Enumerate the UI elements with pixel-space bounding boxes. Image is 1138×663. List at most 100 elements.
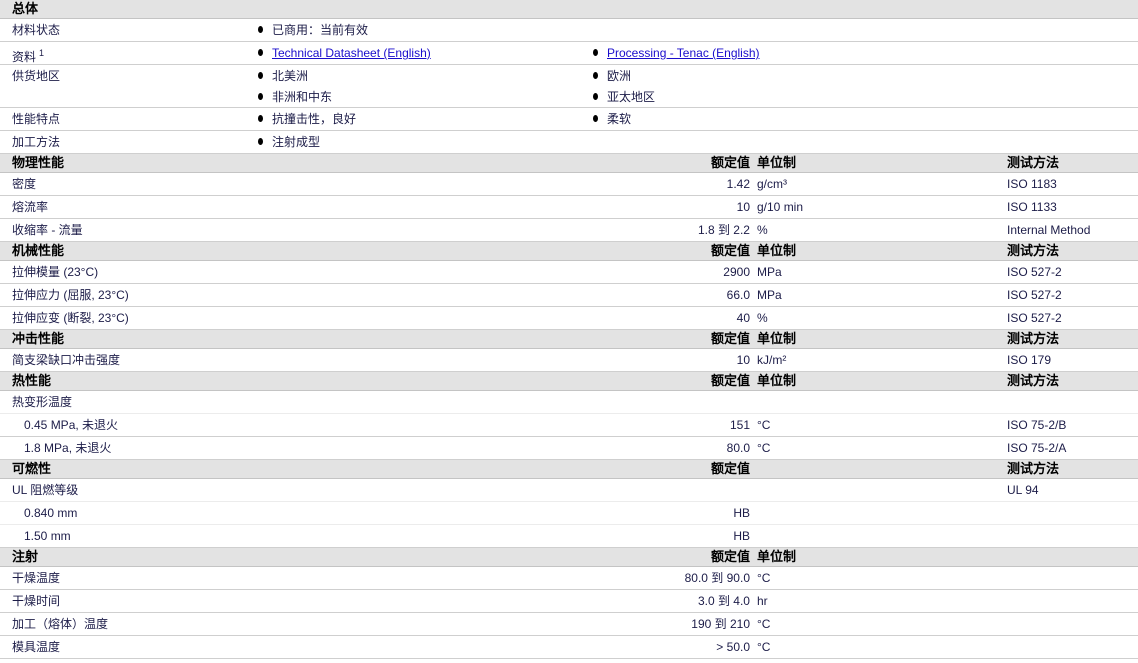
section-header: 冲击性能 额定值 单位制 测试方法 — [0, 330, 1138, 349]
header-nominal-value: 额定值 — [710, 155, 750, 170]
header-test-method: 测试方法 — [1007, 331, 1060, 346]
test-method: ISO 527-2 — [1007, 265, 1062, 279]
general-row: 加工方法 注射成型 — [0, 131, 1138, 154]
property-value: 2900 — [723, 265, 750, 279]
bullet-icon — [258, 115, 263, 122]
row-label-text: 性能特点 — [12, 112, 61, 126]
row-label: 材料状态 — [12, 23, 60, 37]
property-row: 1.8 MPa, 未退火 80.0 °C ISO 75-2/A — [0, 437, 1138, 460]
property-unit: MPa — [757, 265, 782, 279]
bullet-icon — [258, 26, 263, 33]
bullet-item: 亚太地区 — [593, 90, 655, 104]
document-link[interactable]: Processing - Tenac (English) — [607, 46, 760, 60]
property-label: 干燥温度 — [12, 571, 61, 585]
header-unit: 单位制 — [757, 373, 797, 388]
property-label: 拉伸应力 (屈服, 23°C) — [12, 288, 129, 302]
property-unit: °C — [757, 418, 771, 432]
property-label: 干燥时间 — [12, 594, 61, 608]
property-unit: % — [757, 311, 768, 325]
bullet-text: 柔软 — [607, 112, 632, 126]
property-value: 40 — [736, 311, 750, 325]
property-unit: MPa — [757, 288, 782, 302]
bullet-icon — [593, 115, 598, 122]
property-label: 密度 — [12, 177, 37, 191]
property-value: 190 到 210 — [691, 617, 750, 631]
test-method: ISO 75-2/A — [1007, 441, 1067, 455]
header-unit: 单位制 — [757, 155, 797, 170]
test-method: ISO 527-2 — [1007, 311, 1062, 325]
property-row: 拉伸应变 (断裂, 23°C) 40% ISO 527-2 — [0, 307, 1138, 330]
bullet-text: 非洲和中东 — [272, 90, 333, 104]
property-value: 151 — [729, 418, 750, 432]
property-value: 1.42 — [726, 177, 750, 191]
property-value: 80.0 — [726, 441, 750, 455]
property-value: HB — [733, 506, 750, 520]
property-label: 0.45 MPa, 未退火 — [24, 418, 119, 432]
bullet-item: 柔软 — [593, 112, 631, 126]
bullet-item: 北美洲 — [258, 69, 308, 83]
header-nominal-value: 额定值 — [710, 461, 750, 476]
property-label: 模具温度 — [12, 640, 61, 654]
row-label: 资料 1 — [12, 46, 44, 64]
property-value: > 50.0 — [716, 640, 750, 654]
test-method: ISO 75-2/B — [1007, 418, 1067, 432]
footnote-marker: 1 — [39, 48, 45, 58]
section-title: 可燃性 — [12, 461, 52, 476]
property-row: 干燥时间 3.0 到 4.0 hr — [0, 590, 1138, 613]
header-unit: 单位制 — [757, 243, 797, 258]
property-unit: hr — [757, 594, 768, 608]
header-test-method: 测试方法 — [1007, 373, 1060, 388]
property-row: 1.50 mm HB — [0, 525, 1138, 548]
property-unit: g/10 min — [757, 200, 804, 214]
section-title: 总体 — [12, 1, 39, 16]
property-unit: g/cm³ — [757, 177, 787, 191]
section-header: 可燃性 额定值 测试方法 — [0, 460, 1138, 479]
row-label: 性能特点 — [12, 112, 60, 126]
row-label-text: 资料 — [12, 50, 37, 64]
property-row: 模具温度 > 50.0 °C — [0, 636, 1138, 659]
property-row: 简支梁缺口冲击强度 10 kJ/m² ISO 179 — [0, 349, 1138, 372]
bullet-text: 亚太地区 — [607, 90, 656, 104]
property-value: 1.8 到 2.2 — [697, 223, 750, 237]
test-method: ISO 527-2 — [1007, 288, 1062, 302]
property-unit: kJ/m² — [757, 353, 787, 367]
property-row: 0.45 MPa, 未退火 151 °C ISO 75-2/B — [0, 414, 1138, 437]
property-row: 干燥温度 80.0 到 90.0 °C — [0, 567, 1138, 590]
bullet-item: 已商用：当前有效 — [258, 23, 368, 37]
test-method: UL 94 — [1007, 483, 1039, 497]
bullet-item: 欧洲 — [593, 69, 631, 83]
header-nominal-value: 额定值 — [710, 331, 750, 346]
header-test-method: 测试方法 — [1007, 155, 1060, 170]
bullet-icon — [593, 49, 598, 56]
section-header: 注射 额定值 单位制 — [0, 548, 1138, 567]
bullet-item: 非洲和中东 — [258, 90, 332, 104]
property-label: 收缩率 - 流量 — [12, 223, 83, 237]
bullet-text: 欧洲 — [607, 69, 632, 83]
bullet-item: 抗撞击性，良好 — [258, 112, 356, 126]
bullet-icon — [593, 93, 598, 100]
property-label: UL 阻燃等级 — [12, 483, 79, 497]
property-row: UL 阻燃等级 UL 94 — [0, 479, 1138, 502]
bullet-text: 注射成型 — [272, 135, 321, 149]
property-unit: % — [757, 223, 768, 237]
property-value: 10 — [736, 353, 750, 367]
bullet-icon — [258, 49, 263, 56]
row-label-text: 材料状态 — [12, 23, 61, 37]
test-method: ISO 1183 — [1007, 177, 1057, 191]
header-nominal-value: 额定值 — [710, 549, 750, 564]
row-label: 供货地区 — [12, 69, 60, 83]
bullet-text: 抗撞击性，良好 — [272, 112, 357, 126]
header-unit: 单位制 — [757, 331, 797, 346]
property-label: 1.8 MPa, 未退火 — [24, 441, 112, 455]
section-header: 机械性能 额定值 单位制 测试方法 — [0, 242, 1138, 261]
bullet-item: 注射成型 — [258, 135, 320, 149]
datasheet-table: 总体材料状态 已商用：当前有效资料 1 Technical Datasheet (En… — [0, 0, 1138, 659]
section-title: 冲击性能 — [12, 331, 65, 346]
bullet-icon — [258, 72, 263, 79]
property-value: 3.0 到 4.0 — [697, 594, 750, 608]
document-link[interactable]: Technical Datasheet (English) — [272, 46, 431, 60]
bullet-text: 北美洲 — [272, 69, 309, 83]
header-unit: 单位制 — [757, 549, 797, 564]
property-row: 拉伸模量 (23°C) 2900 MPa ISO 527-2 — [0, 261, 1138, 284]
section-header-general: 总体 — [0, 0, 1138, 19]
